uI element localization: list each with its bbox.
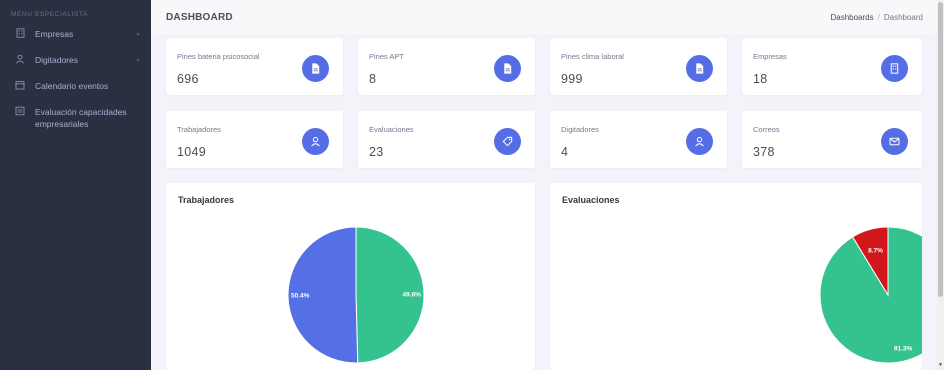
pie-slice-label: 50.4% [291, 293, 310, 300]
pie-slice-label: 91.3% [894, 346, 913, 353]
stat-value: 8 [369, 72, 377, 86]
sidebar-item-label: Evaluación capacidades empresariales [35, 107, 127, 129]
page-header: DASHBOARD Dashboards / Dashboard [151, 0, 937, 34]
tag-icon [494, 128, 521, 155]
sidebar: MENU ESPECIALISTA Empresas ⌄ Digitadores… [0, 0, 151, 370]
menu-title: MENU ESPECIALISTA [11, 11, 88, 18]
pie-slice-label: 8.7% [868, 247, 883, 254]
document-icon [494, 55, 521, 82]
main-content: DASHBOARD Dashboards / Dashboard Pines bat… [151, 0, 937, 370]
chevron-down-icon: ⌄ [135, 56, 141, 63]
stat-value: 1049 [177, 145, 207, 159]
breadcrumb-separator: / [877, 12, 880, 22]
document-icon [14, 106, 26, 119]
stat-value: 23 [369, 145, 384, 159]
chevron-down-icon: ⌄ [135, 30, 141, 37]
pie-chart-evaluaciones: 91.3% 8.7% [819, 226, 922, 364]
stat-card-pines-apt: Pines APT 8 [358, 38, 535, 95]
stat-label: Empresas [753, 52, 787, 61]
sidebar-item-empresas[interactable]: Empresas ⌄ [0, 28, 151, 54]
chart-card-trabajadores: Trabajadores 49.6% 50.4% [166, 183, 535, 370]
document-icon [686, 55, 713, 82]
breadcrumb-link-dashboards[interactable]: Dashboards [830, 13, 873, 22]
building-icon [14, 28, 26, 41]
document-icon [302, 55, 329, 82]
stat-card-digitadores: Digitadores 4 [550, 111, 727, 168]
user-icon [302, 128, 329, 155]
stat-card-correos: Correos 378 [742, 111, 922, 168]
sidebar-item-calendario[interactable]: Calendario eventos [0, 80, 151, 106]
stat-label: Pines clima laboral [561, 52, 624, 61]
stat-label: Evaluaciones [369, 125, 414, 134]
page-scrollbar[interactable]: ▼ [937, 0, 944, 370]
stat-card-empresas: Empresas 18 [742, 38, 922, 95]
stat-label: Trabajadores [177, 125, 221, 134]
building-icon [881, 55, 908, 82]
stat-value: 999 [561, 72, 583, 86]
stat-value: 378 [753, 145, 775, 159]
sidebar-item-label: Digitadores [35, 55, 78, 65]
scroll-down-icon[interactable]: ▼ [937, 362, 944, 368]
user-icon [686, 128, 713, 155]
pie-slice-label: 49.6% [403, 291, 422, 298]
stat-label: Pines bateria psicosocial [177, 52, 260, 61]
stat-value: 696 [177, 72, 199, 86]
stat-value: 18 [753, 72, 768, 86]
stat-value: 4 [561, 145, 569, 159]
sidebar-item-label: Calendario eventos [35, 81, 109, 91]
scrollbar-thumb[interactable] [938, 2, 943, 297]
chart-card-evaluaciones: Evaluaciones 91.3% 8.7% [550, 183, 922, 370]
sidebar-item-digitadores[interactable]: Digitadores ⌄ [0, 54, 151, 80]
sidebar-item-evaluacion[interactable]: Evaluación capacidades empresariales [0, 106, 151, 138]
sidebar-item-label: Empresas [35, 29, 74, 39]
breadcrumb-current: Dashboard [883, 12, 923, 22]
stat-card-evaluaciones: Evaluaciones 23 [358, 111, 535, 168]
calendar-icon [14, 80, 26, 93]
stat-label: Correos [753, 125, 780, 134]
user-icon [14, 54, 26, 67]
stat-card-pines-clima: Pines clima laboral 999 [550, 38, 727, 95]
breadcrumb: Dashboards / Dashboard [830, 13, 937, 22]
page-title: DASHBOARD [166, 11, 233, 23]
mail-icon [881, 128, 908, 155]
stat-card-pines-bateria: Pines bateria psicosocial 696 [166, 38, 343, 95]
pie-chart-trabajadores: 49.6% 50.4% [287, 226, 425, 364]
stat-card-trabajadores: Trabajadores 1049 [166, 111, 343, 168]
stat-label: Digitadores [561, 125, 599, 134]
stat-label: Pines APT [369, 52, 405, 61]
